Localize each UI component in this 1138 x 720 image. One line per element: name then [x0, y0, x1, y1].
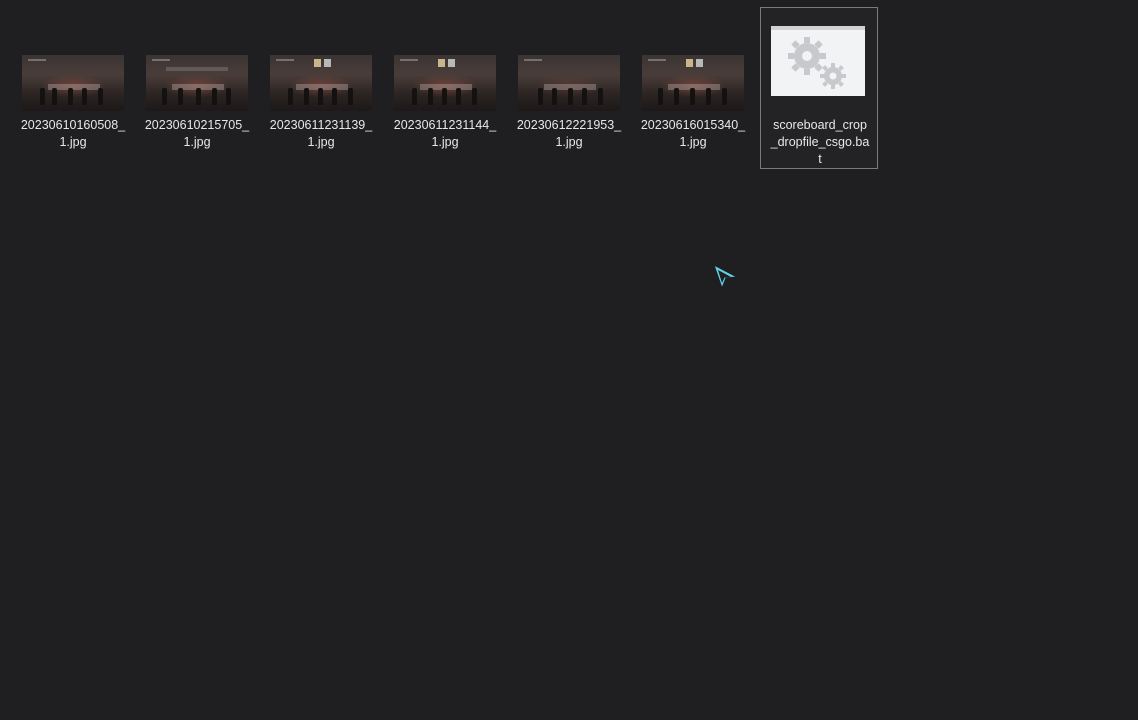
file-item-20230611231144[interactable]: 20230611231144_ 1.jpg: [386, 8, 502, 168]
file-item-20230612221953[interactable]: 20230612221953_ 1.jpg: [510, 8, 626, 168]
image-thumbnail-icon: [146, 55, 248, 111]
file-item-20230616015340[interactable]: 20230616015340_ 1.jpg: [634, 8, 750, 168]
pointer-cursor-icon: [711, 263, 739, 291]
file-name-label: 20230610215705_ 1.jpg: [144, 118, 250, 149]
file-item-20230610160508[interactable]: 20230610160508_ 1.jpg: [14, 8, 130, 168]
file-name-label: 20230616015340_ 1.jpg: [640, 118, 746, 149]
file-name-label: 20230611231144_ 1.jpg: [393, 118, 497, 149]
image-thumbnail-icon: [270, 55, 372, 111]
image-thumbnail-icon: [642, 55, 744, 111]
file-name-label: 20230611231139_ 1.jpg: [269, 118, 373, 149]
file-name-label: 20230610160508_ 1.jpg: [20, 118, 126, 149]
desktop[interactable]: 20230610160508_ 1.jpg 20230610215705_ 1.…: [0, 0, 1138, 720]
file-name-label: 20230612221953_ 1.jpg: [516, 118, 622, 149]
file-item-scoreboard-crop-bat[interactable]: scoreboard_crop _dropfile_csgo.ba t: [760, 7, 878, 169]
image-thumbnail-icon: [22, 55, 124, 111]
file-item-20230610215705[interactable]: 20230610215705_ 1.jpg: [138, 8, 254, 168]
file-item-20230611231139[interactable]: 20230611231139_ 1.jpg: [262, 8, 378, 168]
image-thumbnail-icon: [518, 55, 620, 111]
file-name-label: scoreboard_crop _dropfile_csgo.ba t: [770, 118, 870, 166]
batch-file-gears-icon: [771, 26, 865, 96]
image-thumbnail-icon: [394, 55, 496, 111]
